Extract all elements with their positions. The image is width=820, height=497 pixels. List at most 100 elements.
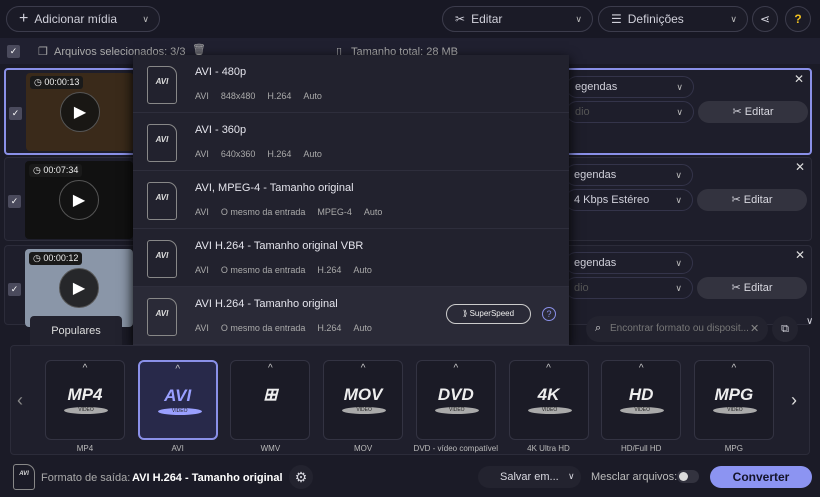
preset-item[interactable]: AVI AVI - 360p AVI 640x360 H.264 Auto xyxy=(133,113,569,171)
format-label: 4K Ultra HD xyxy=(527,444,570,453)
audio-dropdown[interactable]: 4 Kbps Estéreo ∨ xyxy=(565,189,693,211)
play-icon[interactable]: ▶ xyxy=(59,180,99,220)
format-logo: MOV xyxy=(343,385,383,404)
video-thumbnail[interactable]: ◷ 00:07:34 ▶ xyxy=(25,161,133,239)
save-to-dropdown[interactable]: Salvar em... ∨ xyxy=(478,466,581,488)
format-card-4k-ultra-hd[interactable]: ^ 4K VIDEO xyxy=(508,360,589,440)
convert-button[interactable]: Converter xyxy=(710,466,812,488)
subtitles-value: egendas xyxy=(574,257,617,269)
video-badge: VIDEO xyxy=(157,408,202,415)
format-label: AVI xyxy=(171,444,184,453)
format-card-avi[interactable]: ^ AVI VIDEO xyxy=(137,360,218,440)
preset-meta-value: Auto xyxy=(303,91,322,101)
expand-chevron-icon[interactable]: ^ xyxy=(602,363,680,374)
format-card-hd-full-hd[interactable]: ^ HD VIDEO xyxy=(601,360,682,440)
expand-chevron-icon[interactable]: ^ xyxy=(510,363,588,374)
tab-popular[interactable]: Populares xyxy=(30,316,122,346)
expand-chevron-icon[interactable]: ^ xyxy=(140,364,216,375)
expand-chevron-icon[interactable]: ^ xyxy=(231,363,309,374)
expand-chevron-icon[interactable]: ^ xyxy=(417,363,495,374)
video-badge: VIDEO xyxy=(527,407,572,414)
format-logo: 4K xyxy=(537,385,560,404)
file-checkbox[interactable]: ✓ xyxy=(8,195,21,208)
select-all-checkbox[interactable]: ✓ xyxy=(7,45,20,58)
format-logo: MPG xyxy=(714,385,754,404)
settings-menu-button[interactable]: ☰ Definições ∨ xyxy=(598,6,748,32)
file-checkbox[interactable]: ✓ xyxy=(9,107,22,120)
audio-value: dio xyxy=(574,282,589,294)
format-card-mp4[interactable]: ^ MP4 VIDEO xyxy=(45,360,125,440)
edit-file-button[interactable]: ✂ Editar xyxy=(698,101,808,123)
format-logo: MP4 xyxy=(67,385,103,404)
format-card-wmv[interactable]: ^ ⊞ xyxy=(230,360,311,440)
close-icon[interactable]: ✕ xyxy=(794,72,804,86)
audio-value: 4 Kbps Estéreo xyxy=(574,194,650,206)
format-card-mov[interactable]: ^ MOV VIDEO xyxy=(323,360,404,440)
tools-icon: ✂ xyxy=(732,106,745,118)
preset-meta: AVI 848x480 H.264 Auto xyxy=(195,91,334,101)
format-label: MOV xyxy=(353,444,373,453)
subtitles-dropdown[interactable]: egendas ∨ xyxy=(565,252,693,274)
avi-file-icon: AVI xyxy=(147,182,177,220)
chevron-down-icon: ∨ xyxy=(575,13,582,24)
help-icon: ? xyxy=(794,12,802,26)
merge-files-toggle[interactable] xyxy=(677,470,699,483)
share-icon: ⋖ xyxy=(759,12,771,26)
gear-icon: ⚙ xyxy=(294,469,308,485)
format-card-dvd-v-deo-compat-vel[interactable]: ^ DVD VIDEO xyxy=(415,360,496,440)
prev-arrow-icon[interactable]: ‹ xyxy=(17,390,23,411)
play-icon[interactable]: ▶ xyxy=(60,92,100,132)
edit-menu-button[interactable]: ✂ Editar ∨ xyxy=(442,6,593,32)
preset-meta-value: MPEG-4 xyxy=(317,207,352,217)
top-toolbar: + Adicionar mídia ∨ ✂ Editar ∨ ☰ Definiç… xyxy=(0,0,820,38)
preset-item[interactable]: AVI AVI - 480p AVI 848x480 H.264 Auto xyxy=(133,55,569,113)
video-thumbnail[interactable]: ◷ 00:00:13 ▶ xyxy=(26,73,134,151)
format-logo: AVI xyxy=(164,386,192,405)
preset-meta-value: AVI xyxy=(195,265,209,275)
preset-item[interactable]: AVI AVI H.264 - Tamanho original VBR AVI… xyxy=(133,229,569,287)
expand-chevron-icon[interactable]: ^ xyxy=(695,363,773,374)
clock-icon: ◷ xyxy=(33,165,44,175)
preset-meta-value: 848x480 xyxy=(220,91,256,101)
edit-file-label: Editar xyxy=(744,106,774,118)
expand-chevron-icon[interactable]: ^ xyxy=(324,363,402,374)
close-icon[interactable]: ✕ xyxy=(795,248,805,262)
convert-label: Converter xyxy=(732,470,790,484)
subtitles-dropdown[interactable]: egendas ∨ xyxy=(565,164,693,186)
output-settings-button[interactable]: ⚙ xyxy=(289,465,313,489)
preset-item[interactable]: AVI AVI H.264 - Tamanho original AVI O me… xyxy=(133,287,569,345)
edit-file-button[interactable]: ✂ Editar xyxy=(697,189,807,211)
next-arrow-icon[interactable]: › xyxy=(791,390,797,411)
expand-chevron-icon[interactable]: ^ xyxy=(46,363,124,374)
close-icon[interactable]: ✕ xyxy=(795,160,805,174)
clear-icon[interactable]: ✕ xyxy=(750,322,759,335)
avi-file-icon: AVI xyxy=(147,124,177,162)
tools-icon: ✂ xyxy=(731,282,744,294)
device-detect-button[interactable]: ⧉ xyxy=(772,316,798,342)
preset-title: AVI, MPEG-4 - Tamanho original xyxy=(195,182,354,194)
format-label: HD/Full HD xyxy=(620,444,662,453)
output-format-icon: AVI xyxy=(13,464,35,490)
merge-files-label: Mesclar arquivos: xyxy=(591,471,678,483)
audio-dropdown[interactable]: dio ∨ xyxy=(566,101,694,123)
duration: 00:00:13 xyxy=(44,77,80,87)
superspeed-badge[interactable]: ⟫ SuperSpeed xyxy=(446,304,531,324)
format-search-input[interactable]: ⌕ Encontrar formato ou disposit... ✕ xyxy=(586,316,768,342)
edit-file-button[interactable]: ✂ Editar xyxy=(697,277,807,299)
collapse-chevron-icon[interactable]: ∨ xyxy=(806,316,813,327)
files-icon: ❐ xyxy=(38,46,48,58)
output-format-label: Formato de saída: xyxy=(41,472,131,484)
help-circle-icon[interactable]: ? xyxy=(542,307,556,321)
subtitles-dropdown[interactable]: egendas ∨ xyxy=(566,76,694,98)
share-button[interactable]: ⋖ xyxy=(752,6,778,32)
preset-meta-value: 640x360 xyxy=(220,149,256,159)
play-icon[interactable]: ▶ xyxy=(59,268,99,308)
chevron-down-icon: ∨ xyxy=(676,82,683,92)
audio-dropdown[interactable]: dio ∨ xyxy=(565,277,693,299)
format-card-mpg[interactable]: ^ MPG VIDEO xyxy=(693,360,774,440)
preset-meta-value: AVI xyxy=(195,91,209,101)
preset-item[interactable]: AVI AVI, MPEG-4 - Tamanho original AVI O … xyxy=(133,171,569,229)
file-checkbox[interactable]: ✓ xyxy=(8,283,21,296)
add-media-button[interactable]: + Adicionar mídia ∨ xyxy=(6,6,160,32)
help-button[interactable]: ? xyxy=(785,6,811,32)
